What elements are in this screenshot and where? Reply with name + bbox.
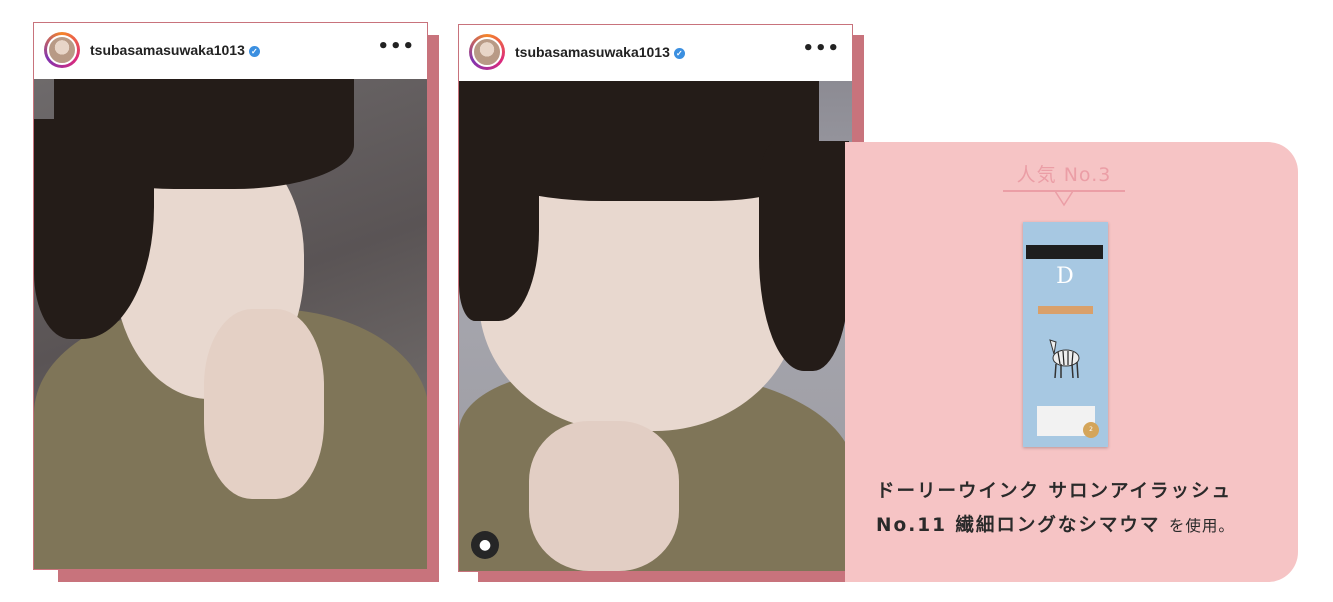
product-name-line-2: No.11 繊細ロングなシマウマ を使用。 (876, 509, 1296, 543)
avatar[interactable] (469, 34, 505, 70)
product-image: D 2 (1023, 222, 1108, 447)
product-label-strip (1026, 245, 1103, 259)
more-options-icon[interactable]: ••• (802, 38, 840, 59)
username[interactable]: tsubasamasuwaka1013 ✓ (515, 44, 685, 60)
product-description: ドーリーウインク サロンアイラッシュ No.11 繊細ロングなシマウマ を使用。 (876, 475, 1296, 543)
product-band (1038, 306, 1093, 314)
person-tag-icon[interactable]: ● (471, 531, 499, 559)
verified-check-icon: ✓ (248, 46, 260, 57)
post-1-card: tsubasamasuwaka1013 ✓ ••• (33, 22, 428, 570)
post-1-header: tsubasamasuwaka1013 ✓ ••• (34, 23, 427, 79)
post-1-photo (34, 79, 427, 569)
product-name-suffix: を使用。 (1168, 517, 1235, 535)
product-name-bold: No.11 繊細ロングなシマウマ (876, 515, 1161, 536)
username-text: tsubasamasuwaka1013 (90, 42, 245, 58)
username[interactable]: tsubasamasuwaka1013 ✓ (90, 42, 260, 58)
username-text: tsubasamasuwaka1013 (515, 44, 670, 60)
verified-check-icon: ✓ (673, 48, 685, 59)
post-2-photo: ● (459, 81, 852, 571)
product-logo-icon: D (1056, 264, 1074, 289)
zebra-icon (1049, 339, 1080, 379)
product-name-line-1: ドーリーウインク サロンアイラッシュ (876, 481, 1233, 502)
post-2-card: tsubasamasuwaka1013 ✓ ••• ● (458, 24, 853, 572)
avatar[interactable] (44, 32, 80, 68)
post-2-header: tsubasamasuwaka1013 ✓ ••• (459, 25, 852, 81)
pair-badge: 2 (1083, 422, 1099, 438)
more-options-icon[interactable]: ••• (377, 36, 415, 57)
rank-pointer (1055, 191, 1073, 207)
rank-label: 人気 No.3 (1016, 164, 1112, 186)
